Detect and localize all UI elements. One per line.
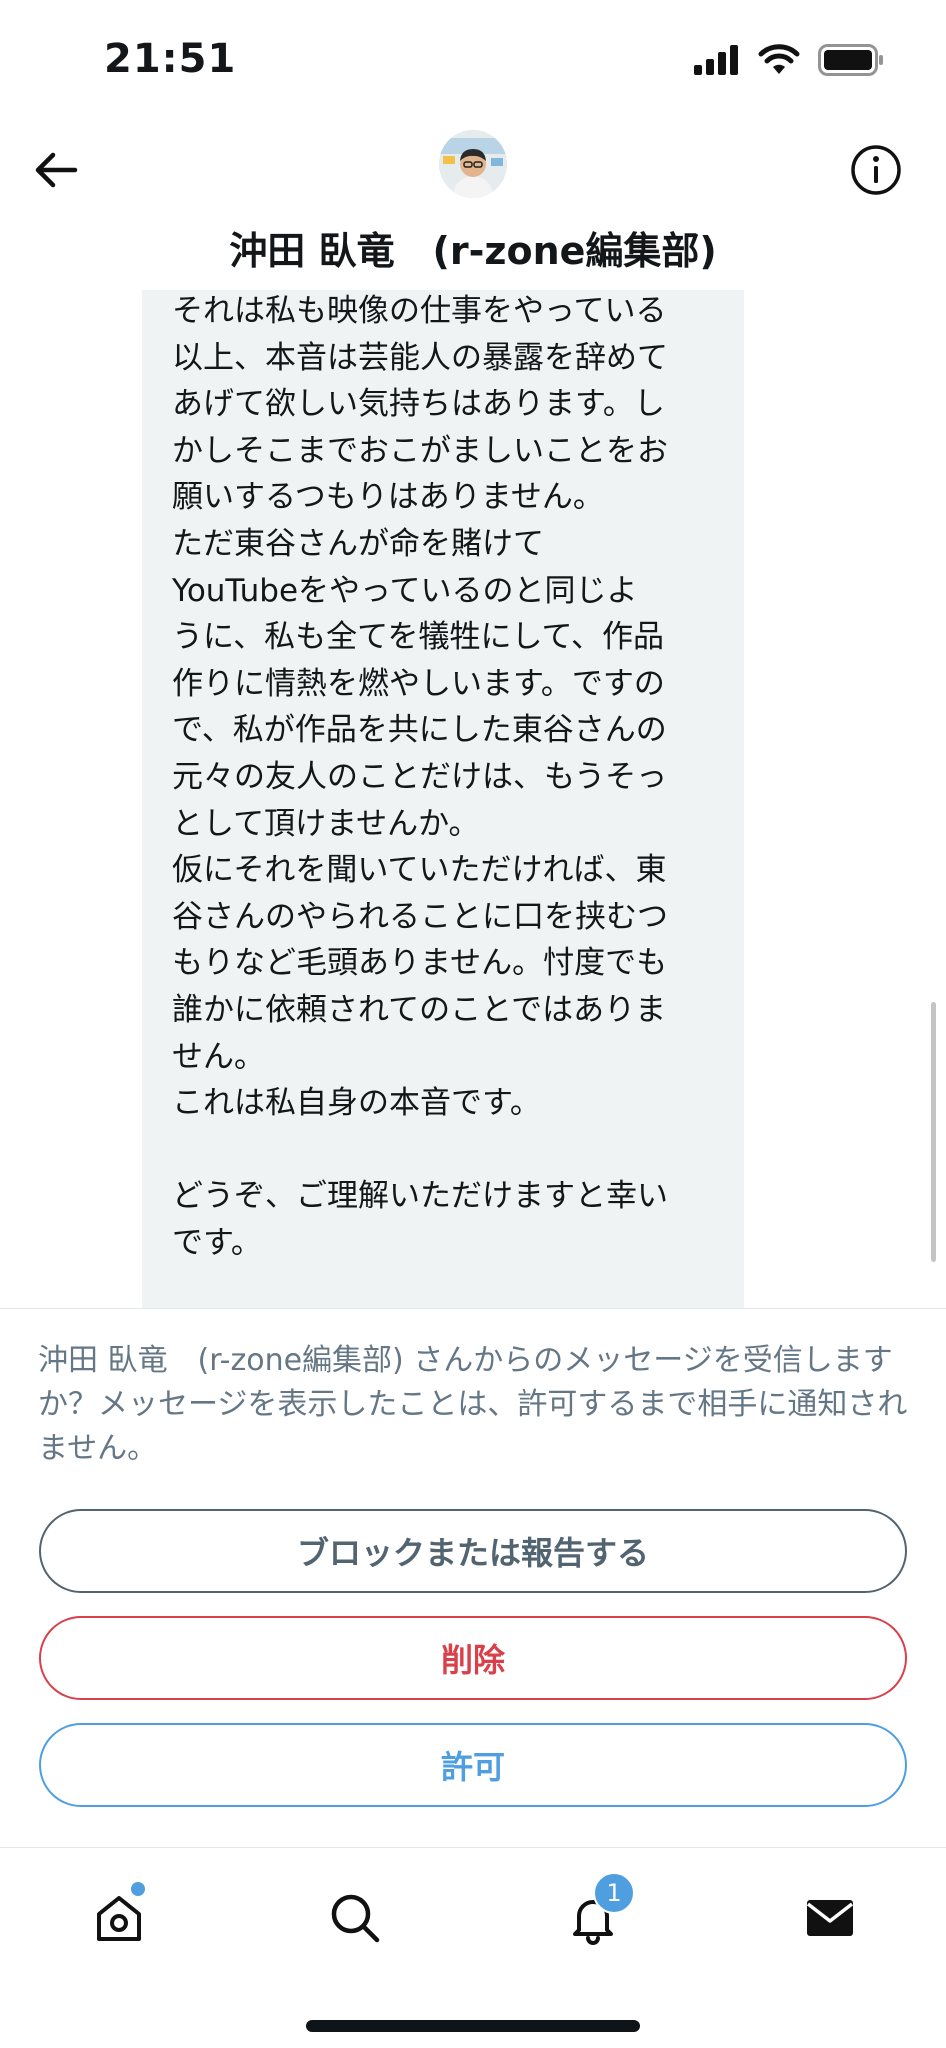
- message-request-panel: 沖田 臥竜 (r-zone編集部) さんからのメッセージを受信しますか？メッセー…: [0, 1308, 946, 1849]
- home-unread-dot: [131, 1882, 145, 1896]
- tab-messages[interactable]: [790, 1878, 870, 1958]
- request-prompt: 沖田 臥竜 (r-zone編集部) さんからのメッセージを受信しますか？メッセー…: [38, 1343, 908, 1466]
- scrollbar[interactable]: [931, 1002, 936, 1262]
- avatar-image: [439, 130, 507, 198]
- back-button[interactable]: [26, 140, 86, 200]
- tab-bar: 1: [0, 1847, 946, 2048]
- envelope-icon: [806, 1900, 854, 1936]
- display-name: 沖田 臥竜 (r-zone編集部): [229, 229, 717, 273]
- info-icon: [851, 145, 901, 195]
- block-or-report-button[interactable]: ブロックまたは報告する: [39, 1509, 907, 1593]
- avatar[interactable]: [439, 130, 507, 198]
- allow-button[interactable]: 許可: [39, 1723, 907, 1807]
- status-icons: [694, 44, 884, 76]
- search-icon: [331, 1894, 380, 1943]
- message-bubble: それは私も映像の仕事をやっている 以上、本音は芸能人の暴露を辞めて あげて欲しい…: [142, 290, 744, 1308]
- tab-home[interactable]: [79, 1878, 159, 1958]
- conversation-header: 沖田 臥竜 (r-zone編集部): [0, 120, 946, 290]
- info-button[interactable]: [846, 140, 906, 200]
- message-thread[interactable]: それは私も映像の仕事をやっている 以上、本音は芸能人の暴露を辞めて あげて欲しい…: [0, 290, 946, 1308]
- tab-search[interactable]: [315, 1878, 395, 1958]
- message-text: それは私も映像の仕事をやっている 以上、本音は芸能人の暴露を辞めて あげて欲しい…: [172, 293, 668, 1261]
- battery-icon: [818, 44, 883, 76]
- arrow-left-icon: [35, 152, 78, 188]
- tab-notifications[interactable]: 1: [553, 1872, 635, 1958]
- home-indicator[interactable]: [306, 2020, 640, 2032]
- delete-button[interactable]: 削除: [39, 1616, 907, 1700]
- screen: 21:51 沖田 臥竜 (r-zone編集部) それは私も映像の仕事をやっている…: [0, 0, 946, 2048]
- home-icon: [97, 1896, 141, 1941]
- status-time: 21:51: [104, 36, 237, 82]
- cellular-signal-icon: [694, 45, 738, 75]
- status-bar: 21:51: [0, 0, 946, 120]
- wifi-icon: [758, 44, 800, 74]
- notifications-badge: 1: [593, 1872, 635, 1914]
